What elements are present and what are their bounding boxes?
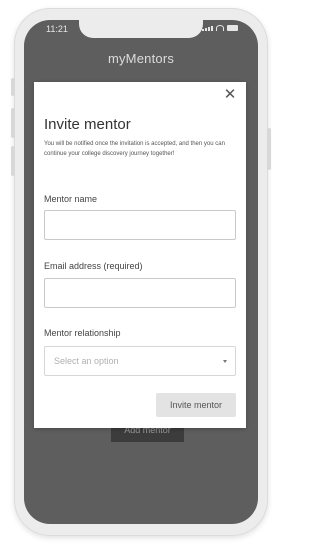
relationship-select[interactable]: Select an option bbox=[44, 346, 236, 376]
phone-side-button bbox=[11, 78, 15, 96]
status-bar-time: 11:21 bbox=[46, 24, 68, 34]
invite-mentor-modal: ✕ Invite mentor You will be notified onc… bbox=[34, 82, 246, 428]
status-bar-icons bbox=[202, 25, 238, 31]
relationship-select-placeholder: Select an option bbox=[54, 356, 119, 366]
signal-icon bbox=[202, 26, 213, 31]
battery-icon bbox=[227, 25, 238, 31]
phone-volume-up-button bbox=[11, 108, 15, 138]
app-title: myMentors bbox=[107, 51, 175, 66]
modal-description: You will be notified once the invitation… bbox=[44, 141, 225, 157]
email-input[interactable] bbox=[44, 278, 236, 308]
mentor-name-input[interactable] bbox=[44, 210, 236, 240]
modal-title: Invite mentor bbox=[44, 116, 131, 133]
phone-volume-down-button bbox=[11, 146, 15, 176]
phone-power-button bbox=[267, 128, 271, 170]
phone-notch bbox=[79, 20, 203, 38]
close-icon[interactable]: ✕ bbox=[223, 87, 237, 102]
chevron-down-icon bbox=[223, 360, 227, 363]
relationship-label: Mentor relationship bbox=[44, 328, 121, 338]
invite-mentor-button[interactable]: Invite mentor bbox=[156, 393, 236, 417]
wifi-icon bbox=[216, 25, 224, 31]
email-label: Email address (required) bbox=[44, 261, 143, 271]
mentor-name-label: Mentor name bbox=[44, 194, 98, 204]
